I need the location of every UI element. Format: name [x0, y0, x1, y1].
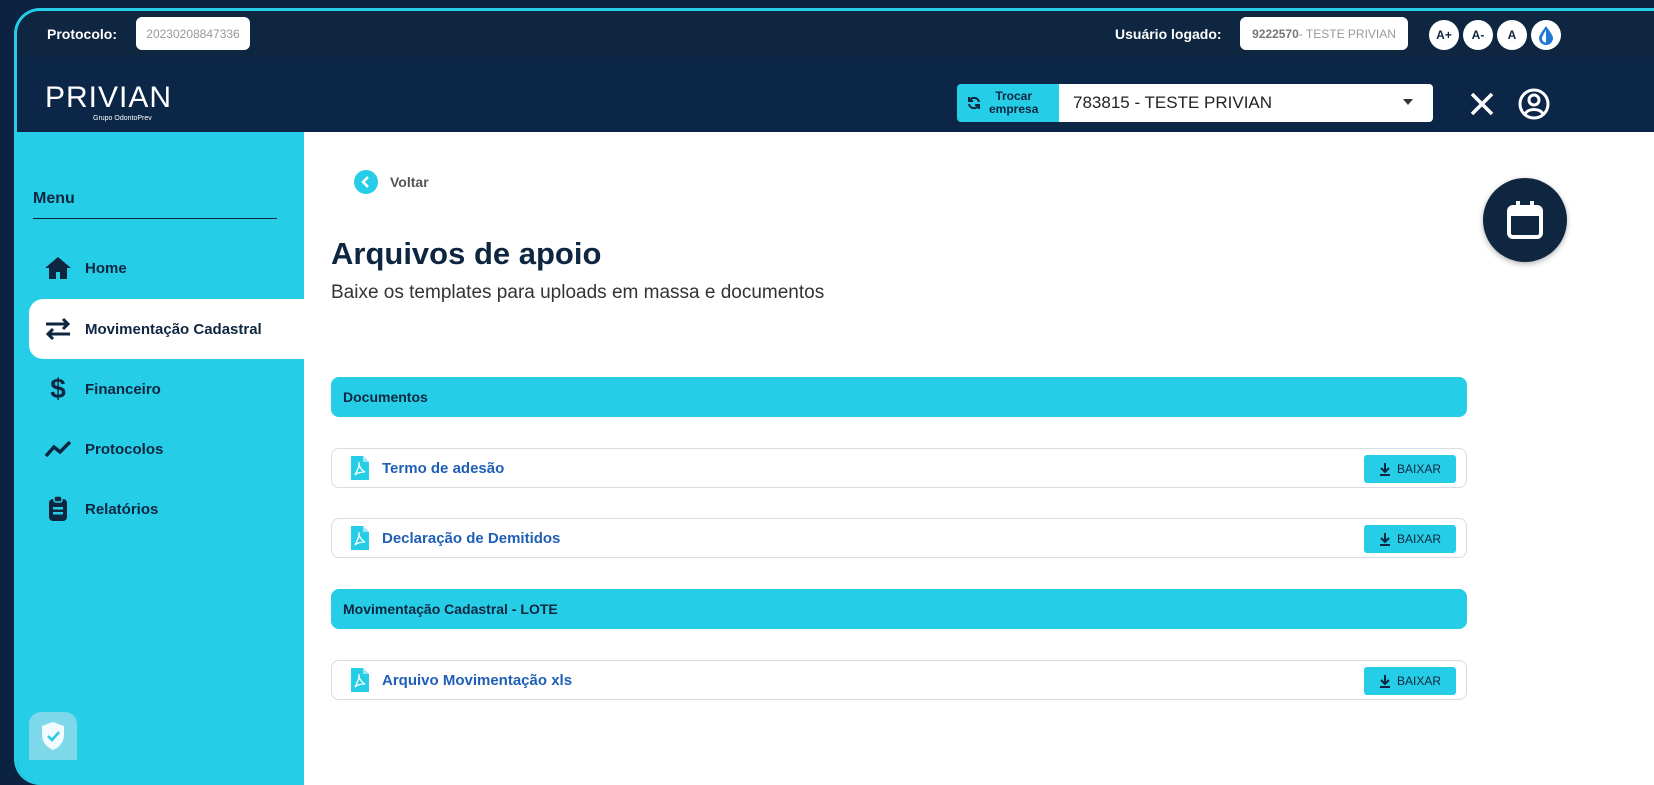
- user-field: 9222570 - TESTE PRIVIAN: [1240, 17, 1408, 50]
- calendar-floating-button[interactable]: [1483, 178, 1567, 262]
- download-label: BAIXAR: [1396, 462, 1441, 476]
- header: PRIVIAN Grupo OdontoPrev Trocar empresa …: [17, 57, 1654, 132]
- download-icon: [1379, 463, 1390, 476]
- sidebar-item-home[interactable]: Home: [29, 238, 304, 298]
- sidebar-item-label: Protocolos: [85, 440, 164, 458]
- contrast-button[interactable]: [1531, 20, 1561, 50]
- protocol-field: 20230208847336: [136, 17, 250, 50]
- section-header-movimentacao-lote: Movimentação Cadastral - LOTE: [331, 589, 1467, 629]
- dollar-icon: $: [50, 373, 66, 404]
- back-button[interactable]: Voltar: [354, 170, 429, 194]
- trend-line-icon: [43, 434, 73, 464]
- font-decrease-button[interactable]: A-: [1463, 20, 1493, 50]
- user-label: Usuário logado:: [1115, 26, 1222, 42]
- report-icon: [43, 494, 73, 524]
- calendar-icon: [1507, 201, 1543, 239]
- sidebar-item-relatorios[interactable]: Relatórios: [29, 479, 304, 539]
- sidebar: Menu Home Movimentação Cadastral $ Finan…: [17, 132, 304, 785]
- section-header-documentos: Documentos: [331, 377, 1467, 417]
- company-select-value: 783815 - TESTE PRIVIAN: [1073, 93, 1273, 112]
- file-name[interactable]: Termo de adesão: [382, 460, 504, 477]
- contrast-drop-icon: [1539, 26, 1553, 45]
- logo-text: PRIVIAN: [45, 81, 173, 114]
- user-id: 9222570: [1252, 26, 1299, 41]
- top-bar: Protocolo: 20230208847336 Usuário logado…: [17, 11, 1654, 57]
- menu-divider: [33, 218, 277, 219]
- logo-subtitle: Grupo OdontoPrev: [93, 115, 152, 122]
- pdf-file-icon: [351, 456, 369, 480]
- file-name[interactable]: Declaração de Demitidos: [382, 530, 560, 547]
- switch-company-line2: empresa: [989, 102, 1039, 116]
- download-button[interactable]: BAIXAR: [1364, 525, 1456, 553]
- pdf-file-icon: [351, 668, 369, 692]
- company-select[interactable]: 783815 - TESTE PRIVIAN: [1059, 84, 1433, 122]
- download-label: BAIXAR: [1396, 674, 1441, 688]
- download-button[interactable]: BAIXAR: [1364, 667, 1456, 695]
- sidebar-item-label: Relatórios: [85, 500, 159, 518]
- page-subtitle: Baixe os templates para uploads em massa…: [331, 282, 825, 303]
- refresh-icon: [968, 96, 980, 110]
- close-icon[interactable]: [1469, 91, 1495, 117]
- switch-company-button[interactable]: Trocar empresa: [957, 84, 1059, 122]
- download-icon: [1379, 675, 1390, 688]
- download-icon: [1379, 533, 1390, 546]
- sidebar-item-protocolos[interactable]: Protocolos: [29, 419, 304, 479]
- file-row: Arquivo Movimentação xls BAIXAR: [331, 660, 1467, 700]
- arrows-exchange-icon: [43, 314, 73, 344]
- page-title: Arquivos de apoio: [331, 236, 602, 271]
- font-reset-button[interactable]: A: [1497, 20, 1527, 50]
- app-frame: Protocolo: 20230208847336 Usuário logado…: [14, 8, 1654, 785]
- menu-title: Menu: [33, 190, 75, 207]
- pdf-file-icon: [351, 526, 369, 550]
- file-row: Termo de adesão BAIXAR: [331, 448, 1467, 488]
- home-icon: [43, 253, 73, 283]
- chevron-down-icon: [1403, 99, 1413, 105]
- download-button[interactable]: BAIXAR: [1364, 455, 1456, 483]
- shield-check-icon: [42, 722, 64, 750]
- user-profile-icon[interactable]: [1517, 87, 1551, 121]
- font-increase-button[interactable]: A+: [1429, 20, 1459, 50]
- protocol-label: Protocolo:: [47, 26, 117, 42]
- file-name[interactable]: Arquivo Movimentação xls: [382, 672, 572, 689]
- chevron-left-icon: [354, 170, 378, 194]
- main-content: Voltar Arquivos de apoio Baixe os templa…: [304, 132, 1654, 785]
- sidebar-item-label: Movimentação Cadastral: [85, 320, 262, 338]
- sidebar-item-label: Home: [85, 259, 127, 277]
- user-name: - TESTE PRIVIAN: [1298, 26, 1396, 41]
- security-badge[interactable]: [29, 712, 77, 760]
- download-label: BAIXAR: [1396, 532, 1441, 546]
- sidebar-item-label: Financeiro: [85, 380, 161, 398]
- file-row: Declaração de Demitidos BAIXAR: [331, 518, 1467, 558]
- sidebar-item-financeiro[interactable]: $ Financeiro: [29, 359, 304, 419]
- switch-company-label: Trocar empresa: [989, 90, 1038, 116]
- privian-logo: PRIVIAN Grupo OdontoPrev: [45, 81, 173, 122]
- back-label: Voltar: [390, 174, 429, 190]
- sidebar-item-movimentacao[interactable]: Movimentação Cadastral: [29, 299, 304, 359]
